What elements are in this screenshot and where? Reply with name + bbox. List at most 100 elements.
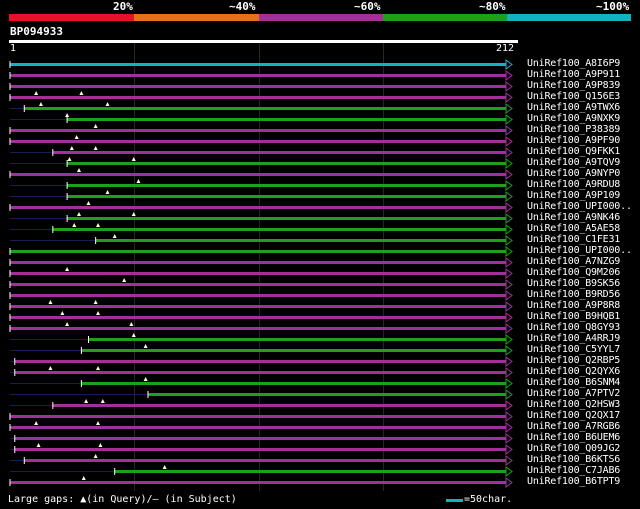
query-gap-marker-icon bbox=[36, 443, 41, 447]
hit-label[interactable]: UniRef100_A9NXK9 bbox=[527, 113, 620, 124]
hit-label[interactable]: UniRef100_A7PTV2 bbox=[527, 388, 620, 399]
hit-arrow-icon bbox=[505, 92, 513, 103]
hit-label[interactable]: UniRef100_A9P8R8 bbox=[527, 300, 620, 311]
hit-label[interactable]: UniRef100_B6SNM4 bbox=[527, 377, 620, 388]
hit-label[interactable]: UniRef100_A9NYP0 bbox=[527, 168, 620, 179]
hit-label[interactable]: UniRef100_Q156E3 bbox=[527, 91, 620, 102]
hit-bar[interactable] bbox=[10, 250, 508, 253]
hit-bar[interactable] bbox=[88, 338, 509, 341]
hit-arrow-icon bbox=[505, 411, 513, 422]
hit-bar[interactable] bbox=[10, 85, 508, 88]
hit-label[interactable]: UniRef100_A9P839 bbox=[527, 80, 620, 91]
hit-bar[interactable] bbox=[67, 162, 509, 165]
hit-arrow-icon bbox=[505, 301, 513, 312]
hit-arrow-icon bbox=[505, 422, 513, 433]
hit-bar[interactable] bbox=[52, 151, 508, 154]
hit-bar[interactable] bbox=[10, 74, 508, 77]
hit-label[interactable]: UniRef100_B9RD56 bbox=[527, 289, 620, 300]
hit-bar[interactable] bbox=[81, 349, 509, 352]
hit-bar[interactable] bbox=[147, 393, 508, 396]
hit-arrow-icon bbox=[505, 400, 513, 411]
hit-label[interactable]: UniRef100_A9TWX6 bbox=[527, 102, 620, 113]
hit-bar[interactable] bbox=[67, 195, 509, 198]
hit-label[interactable]: UniRef100_P38389 bbox=[527, 124, 620, 135]
hit-bar[interactable] bbox=[10, 140, 508, 143]
hit-arrow-icon bbox=[505, 235, 513, 246]
hit-bar[interactable] bbox=[24, 107, 509, 110]
hit-label[interactable]: UniRef100_B6UEM6 bbox=[527, 432, 620, 443]
hit-label[interactable]: UniRef100_A8I6P9 bbox=[527, 58, 620, 69]
query-gap-marker-icon bbox=[143, 344, 148, 348]
hit-bar[interactable] bbox=[10, 261, 508, 264]
hit-label[interactable]: UniRef100_Q09JG2 bbox=[527, 443, 620, 454]
hit-label[interactable]: UniRef100_C5YYL7 bbox=[527, 344, 620, 355]
hit-label[interactable]: UniRef100_C1FE31 bbox=[527, 234, 620, 245]
query-gap-marker-icon bbox=[74, 135, 79, 139]
hit-label[interactable]: UniRef100_A9PF90 bbox=[527, 135, 620, 146]
hit-label[interactable]: UniRef100_Q2RBP5 bbox=[527, 355, 620, 366]
hit-bar[interactable] bbox=[14, 448, 508, 451]
hit-label[interactable]: UniRef100_UPI000.. bbox=[527, 245, 632, 256]
hit-bar[interactable] bbox=[24, 459, 509, 462]
hit-bar[interactable] bbox=[14, 360, 508, 363]
hit-arrow-icon bbox=[505, 279, 513, 290]
query-gap-marker-icon bbox=[86, 201, 91, 205]
hit-bar[interactable] bbox=[10, 63, 508, 66]
hit-bar[interactable] bbox=[67, 118, 509, 121]
hit-label[interactable]: UniRef100_Q8GY93 bbox=[527, 322, 620, 333]
hit-bar[interactable] bbox=[10, 272, 508, 275]
hit-bar[interactable] bbox=[10, 206, 508, 209]
hit-bar[interactable] bbox=[14, 437, 508, 440]
hit-arrow-icon bbox=[505, 356, 513, 367]
hit-label[interactable]: UniRef100_A9TQV9 bbox=[527, 157, 620, 168]
hit-bar[interactable] bbox=[10, 129, 508, 132]
hit-label[interactable]: UniRef100_A4RRJ9 bbox=[527, 333, 620, 344]
hit-bar[interactable] bbox=[10, 294, 508, 297]
hit-label[interactable]: UniRef100_B6TPT9 bbox=[527, 476, 620, 487]
hit-label[interactable]: UniRef100_Q2HSW3 bbox=[527, 399, 620, 410]
scale-bar bbox=[446, 499, 463, 502]
hit-label[interactable]: UniRef100_A5AE58 bbox=[527, 223, 620, 234]
hit-bar[interactable] bbox=[10, 327, 508, 330]
hit-label[interactable]: UniRef100_Q2QYX6 bbox=[527, 366, 620, 377]
hit-bar[interactable] bbox=[10, 415, 508, 418]
hit-label[interactable]: UniRef100_A7RGB6 bbox=[527, 421, 620, 432]
hit-bar[interactable] bbox=[10, 283, 508, 286]
hit-bar[interactable] bbox=[10, 305, 508, 308]
hit-bar[interactable] bbox=[114, 470, 508, 473]
hit-label[interactable]: UniRef100_A9RDU8 bbox=[527, 179, 620, 190]
hit-bar[interactable] bbox=[67, 217, 509, 220]
query-gap-marker-icon bbox=[162, 465, 167, 469]
hit-label[interactable]: UniRef100_B6KTS6 bbox=[527, 454, 620, 465]
hit-label[interactable]: UniRef100_Q2QX17 bbox=[527, 410, 620, 421]
query-gap-marker-icon bbox=[69, 146, 74, 150]
query-gap-marker-icon bbox=[67, 157, 72, 161]
query-gap-marker-icon bbox=[65, 322, 70, 326]
hit-bar[interactable] bbox=[81, 382, 509, 385]
hit-label[interactable]: UniRef100_UPI000.. bbox=[527, 201, 632, 212]
hit-bar[interactable] bbox=[67, 184, 509, 187]
hit-bar[interactable] bbox=[10, 96, 508, 99]
hit-arrow-icon bbox=[505, 103, 513, 114]
query-gap-marker-icon bbox=[84, 399, 89, 403]
hit-bar[interactable] bbox=[10, 481, 508, 484]
hit-arrow-icon bbox=[505, 246, 513, 257]
query-gap-marker-icon bbox=[96, 311, 101, 315]
hit-label[interactable]: UniRef100_B9SK56 bbox=[527, 278, 620, 289]
hit-bar[interactable] bbox=[10, 173, 508, 176]
hit-label[interactable]: UniRef100_Q9M206 bbox=[527, 267, 620, 278]
hit-bar[interactable] bbox=[52, 404, 508, 407]
hit-bar[interactable] bbox=[14, 371, 508, 374]
hit-bar[interactable] bbox=[95, 239, 508, 242]
hit-bar[interactable] bbox=[10, 316, 508, 319]
hit-label[interactable]: UniRef100_A9NK46 bbox=[527, 212, 620, 223]
hit-arrow-icon bbox=[505, 455, 513, 466]
hit-label[interactable]: UniRef100_A9P109 bbox=[527, 190, 620, 201]
hit-label[interactable]: UniRef100_B9HQB1 bbox=[527, 311, 620, 322]
hit-label[interactable]: UniRef100_A7NZG9 bbox=[527, 256, 620, 267]
hit-label[interactable]: UniRef100_C7JAB6 bbox=[527, 465, 620, 476]
hit-label[interactable]: UniRef100_Q9FKK1 bbox=[527, 146, 620, 157]
hit-label[interactable]: UniRef100_A9P911 bbox=[527, 69, 620, 80]
hit-bar[interactable] bbox=[10, 426, 508, 429]
hit-bar[interactable] bbox=[52, 228, 508, 231]
